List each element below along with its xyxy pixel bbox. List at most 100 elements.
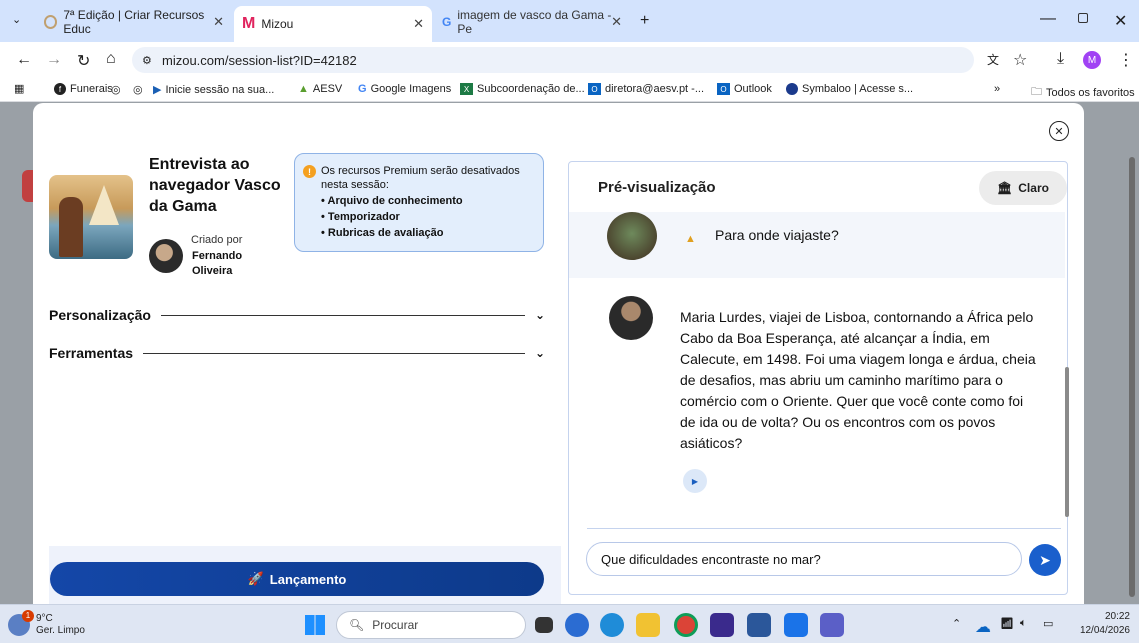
minimize-icon[interactable]: — <box>1040 10 1056 28</box>
bookmark-inicie-sessao[interactable]: ▶ Inicie sessão na sua... <box>153 83 274 97</box>
translate-icon[interactable]: 文 <box>987 51 999 68</box>
tab-strip: ⌄ 7ª Edição | Criar Recursos Educ ✕ M Mi… <box>0 0 1139 42</box>
scrollbar-thumb[interactable] <box>1065 367 1069 517</box>
tray-chevron-icon[interactable]: ⌃ <box>952 617 961 630</box>
tab-mizou[interactable]: M Mizou ✕ <box>234 6 432 42</box>
premium-feature-item: • Temporizador <box>321 211 400 223</box>
address-bar[interactable]: ⚙ mizou.com/session-list?ID=42182 <box>132 47 974 73</box>
tab-criar-recursos[interactable]: 7ª Edição | Criar Recursos Educ ✕ <box>36 8 232 36</box>
word-icon[interactable] <box>747 613 771 637</box>
new-tab-icon[interactable]: + <box>640 12 649 30</box>
launch-button[interactable]: 🚀 Lançamento <box>50 562 544 596</box>
copilot-icon[interactable] <box>565 613 589 637</box>
volume-icon[interactable]: 🔈︎ <box>1020 617 1027 630</box>
user-message-text: Para onde viajaste? <box>715 227 839 243</box>
bookmark-diretora[interactable]: Odiretora@aesv.pt -... <box>588 83 704 95</box>
scrollbar-thumb[interactable] <box>1129 157 1135 597</box>
premium-feature-label: Arquivo de conhecimento <box>327 195 463 207</box>
profile-avatar[interactable]: M <box>1083 51 1101 69</box>
aesv-logo-icon: ▲ <box>298 83 309 95</box>
tab-search-icon[interactable]: ⌄ <box>12 13 21 26</box>
symbaloo-icon <box>786 83 798 95</box>
bookmark-globe-2[interactable]: ◎ <box>133 83 143 96</box>
bookmark-google-imagens[interactable]: G Google Imagens <box>358 83 451 95</box>
chat-scroll-area[interactable]: ▲ Para onde viajaste? Maria Lurdes, viaj… <box>569 212 1065 528</box>
page-backdrop: Entrevista ao navegador Vasco da Gama Cr… <box>0 102 1139 604</box>
close-modal-icon[interactable]: ✕ <box>1049 121 1069 141</box>
edge-icon[interactable] <box>600 613 624 637</box>
bookmark-label: Symbaloo | Acesse s... <box>802 83 914 95</box>
chat-input-value: Que dificuldades encontraste no mar? <box>601 551 821 567</box>
globe-icon: ◎ <box>133 84 143 96</box>
close-tab-icon[interactable]: ✕ <box>413 16 424 32</box>
chat-input[interactable]: Que dificuldades encontraste no mar? <box>586 542 1022 576</box>
chevron-down-icon[interactable]: ⌄ <box>535 308 545 322</box>
bookmark-label: Subcoordenação de... <box>477 83 585 95</box>
bookmark-aesv[interactable]: ▲ AESV <box>298 83 342 95</box>
chevron-down-icon[interactable]: ⌄ <box>535 346 545 360</box>
all-bookmarks[interactable]: 🗀 Todos os favoritos <box>1031 83 1135 102</box>
reload-icon[interactable]: ↻ <box>77 51 90 71</box>
taskbar-search[interactable]: 🔍︎ Procurar <box>336 611 526 639</box>
back-icon[interactable]: ← <box>16 51 32 69</box>
tab-vasco-images[interactable]: G imagem de vasco da Gama - Pe ✕ <box>434 8 630 36</box>
premium-feature-item: • Arquivo de conhecimento <box>321 195 463 207</box>
file-explorer-icon[interactable] <box>636 613 660 637</box>
clock[interactable]: 20:22 12/04/2026 <box>1070 610 1130 638</box>
bookmark-star-icon[interactable]: ☆ <box>1013 50 1027 70</box>
close-tab-icon[interactable]: ✕ <box>213 14 224 30</box>
page-scrollbar[interactable] <box>1124 102 1139 603</box>
wifi-icon[interactable]: 📶︎ <box>1000 617 1014 630</box>
bookmark-funerais[interactable]: f Funerais <box>54 83 113 95</box>
section-ferramentas[interactable]: Ferramentas ⌄ <box>49 345 545 361</box>
teams-icon[interactable] <box>820 613 844 637</box>
created-by-label: Criado por <box>191 234 243 246</box>
battery-icon[interactable]: ▭ <box>1043 617 1053 630</box>
tab-title: imagem de vasco da Gama - Pe <box>457 8 612 36</box>
outlook-icon: O <box>588 83 601 95</box>
facebook-icon: f <box>54 83 66 95</box>
folder-icon: 🗀 <box>1031 86 1042 98</box>
bookmark-globe[interactable]: ◎ <box>111 83 121 96</box>
premium-notice-box: ! Os recursos Premium serão desativados … <box>294 153 544 252</box>
weather-widget[interactable]: 1 9°C Ger. Limpo <box>8 610 85 639</box>
bookmark-subcoordenacao[interactable]: X Subcoordenação de... <box>460 83 585 95</box>
section-label: Ferramentas <box>49 345 134 361</box>
site-info-icon[interactable]: ⚙ <box>142 54 152 67</box>
theme-toggle-button[interactable]: 🏛 Claro <box>979 171 1067 205</box>
classroom-icon[interactable] <box>784 613 808 637</box>
bookmark-label: Outlook <box>734 83 772 95</box>
close-tab-icon[interactable]: ✕ <box>611 14 622 30</box>
home-icon[interactable]: ⌂ <box>106 50 116 68</box>
chrome-icon[interactable] <box>674 613 698 637</box>
onedrive-icon[interactable]: ☁ <box>975 617 991 637</box>
preview-panel: Pré-visualização 🏛 Claro ▲ Para onde via… <box>568 161 1069 595</box>
all-bookmarks-label: Todos os favoritos <box>1046 86 1135 99</box>
bookmark-symbaloo[interactable]: Symbaloo | Acesse s... <box>786 83 913 95</box>
rocket-icon: 🚀 <box>247 571 264 586</box>
site-icon <box>44 15 58 29</box>
session-details-panel: Entrevista ao navegador Vasco da Gama Cr… <box>49 103 561 604</box>
close-window-icon[interactable]: ✕ <box>1114 11 1127 31</box>
chat-scrollbar[interactable] <box>1065 217 1069 523</box>
forward-icon[interactable]: → <box>46 51 62 69</box>
send-button[interactable]: ➤ <box>1029 544 1061 576</box>
section-personalizacao[interactable]: Personalização ⌄ <box>49 307 545 323</box>
more-bookmarks-icon[interactable]: » <box>994 83 1000 95</box>
clock-date: 12/04/2026 <box>1079 625 1130 636</box>
apps-icon[interactable]: ▦ <box>14 82 24 95</box>
bookmark-outlook[interactable]: O Outlook <box>717 83 772 95</box>
windows-start-icon[interactable] <box>305 615 325 635</box>
warning-icon: ! <box>303 165 316 178</box>
ship-sail <box>89 185 119 225</box>
bookmark-label: AESV <box>312 83 343 95</box>
warning-icon: ▲ <box>685 233 696 245</box>
download-icon[interactable]: ⤓ <box>1057 50 1064 68</box>
play-audio-button[interactable]: ▶ <box>683 469 707 493</box>
menu-icon[interactable]: ⋮ <box>1118 50 1134 70</box>
restore-icon[interactable] <box>1078 13 1088 23</box>
flag-icon: ▶ <box>153 84 162 96</box>
iave-icon[interactable] <box>710 613 734 637</box>
section-divider <box>160 314 525 316</box>
taskview-icon[interactable] <box>535 617 553 633</box>
